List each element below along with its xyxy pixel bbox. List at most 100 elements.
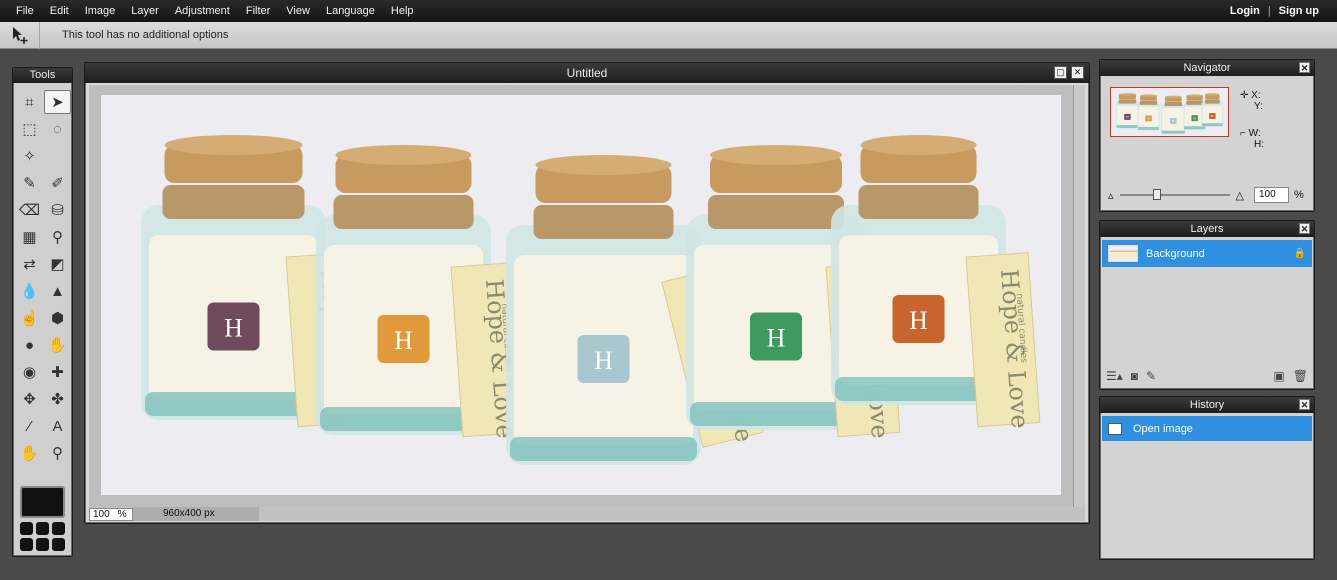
swatch[interactable] (52, 522, 65, 535)
navigator-panel: Navigator ✕ HHHHH ✛ X: Y: ⌐ W: H: ▵ △ 10… (1099, 59, 1315, 212)
blank-tool-icon[interactable] (44, 144, 71, 168)
menu-file[interactable]: File (8, 5, 42, 17)
zoom-tool-icon[interactable]: ⚲ (44, 441, 71, 465)
pencil-tool-icon[interactable]: ✎ (16, 171, 43, 195)
paint-bucket-tool-icon[interactable]: ⛁ (44, 198, 71, 222)
navigator-thumbnail[interactable]: HHHHH (1110, 87, 1229, 137)
sponge-tool-icon[interactable]: ⬢ (44, 306, 71, 330)
close-icon[interactable]: ✕ (1071, 66, 1084, 79)
navigator-zoom-input[interactable]: 100 (1254, 187, 1289, 203)
layer-mask-icon[interactable]: ◙ (1127, 369, 1142, 383)
layer-style-icon[interactable]: ✎ (1142, 369, 1160, 383)
burn-tool-icon[interactable]: ✋ (44, 333, 71, 357)
type-tool-icon[interactable]: A (44, 414, 71, 438)
image-dimensions: 960x400 px (133, 507, 259, 521)
layers-toolbar: ☰▴ ◙ ✎ ▣ 🗑 (1102, 366, 1312, 386)
document-title: Untitled ▢ ✕ (85, 63, 1089, 83)
bloat-tool-icon[interactable]: ✥ (16, 387, 43, 411)
zoom-value: 100 (93, 508, 110, 520)
history-item[interactable]: Open image (1102, 416, 1312, 441)
options-text: This tool has no additional options (62, 29, 229, 41)
menu-edit[interactable]: Edit (42, 5, 77, 17)
candle-jars-photo: HHope & Lovenatural candlesHHope & Loven… (101, 95, 1061, 495)
tool-grid: ⌗ ➤ ⬚ ◌ ✧ ✎ ✐ ⌫ ⛁ ▦ ⚲ ⇄ ◩ 💧 ▲ ☝ ⬢ ● ✋ ◉ ✚ ✥ ✤ ⁄ A ✋ ⚲ (13, 83, 72, 465)
svg-text:H: H (767, 324, 786, 353)
navigator-title-text: Navigator (1183, 62, 1231, 74)
navigator-coords: ✛ X: Y: (1240, 90, 1263, 112)
swatch[interactable] (52, 538, 65, 551)
zoom-slider-knob[interactable] (1152, 189, 1161, 200)
svg-text:H: H (394, 326, 413, 355)
swatch[interactable] (36, 522, 49, 535)
menu-adjustment[interactable]: Adjustment (167, 5, 238, 17)
vertical-scrollbar[interactable] (1073, 85, 1085, 510)
smudge-tool-icon[interactable]: ☝ (16, 306, 43, 330)
navigator-preview: H HHHH (1111, 88, 1228, 136)
primary-color-swatch[interactable] (20, 486, 65, 518)
navigator-title: Navigator ✕ (1100, 60, 1314, 76)
zoom-out-icon[interactable]: ▵ (1108, 189, 1114, 202)
canvas-area[interactable]: HHope & Lovenatural candlesHHope & Loven… (89, 85, 1073, 510)
eraser-tool-icon[interactable]: ⌫ (16, 198, 43, 222)
tools-title: Tools (13, 68, 72, 83)
dodge-tool-icon[interactable]: ● (16, 333, 43, 357)
close-icon[interactable]: ✕ (1299, 399, 1310, 410)
layer-thumbnail (1108, 245, 1138, 262)
swatch[interactable] (36, 538, 49, 551)
document-icon (1108, 422, 1122, 435)
new-layer-icon[interactable]: ▣ (1269, 369, 1288, 383)
menu-language[interactable]: Language (318, 5, 383, 17)
menu-image[interactable]: Image (77, 5, 124, 17)
swatch[interactable] (20, 522, 33, 535)
close-icon[interactable]: ✕ (1299, 223, 1310, 234)
layer-name: Background (1146, 247, 1205, 260)
menu-layer[interactable]: Layer (123, 5, 167, 17)
history-panel: History ✕ Open image (1099, 396, 1315, 560)
signup-link[interactable]: Sign up (1275, 5, 1323, 17)
gradient-tool-icon[interactable]: ▦ (16, 225, 43, 249)
layer-settings-icon[interactable]: ☰▴ (1102, 369, 1127, 383)
x-label: X: (1251, 90, 1261, 101)
history-title-text: History (1189, 399, 1225, 411)
zoom-in-icon[interactable]: △ (1236, 189, 1244, 202)
menu-filter[interactable]: Filter (238, 5, 278, 17)
magic-wand-tool-icon[interactable]: ✧ (16, 144, 43, 168)
canvas-image[interactable]: HHope & Lovenatural candlesHHope & Loven… (101, 95, 1061, 495)
crop-tool-icon[interactable]: ⌗ (16, 90, 43, 114)
h-label: H: (1254, 139, 1264, 150)
selection-size-icon: ⌐ (1240, 128, 1246, 139)
menu-view[interactable]: View (278, 5, 318, 17)
color-replace-tool-icon[interactable]: ⇄ (16, 252, 43, 276)
zoom-slider[interactable] (1119, 189, 1230, 200)
menubar: File Edit Image Layer Adjustment Filter … (0, 0, 1337, 22)
status-bar: 100 % 960x400 px (89, 507, 1085, 521)
y-label: Y: (1254, 101, 1263, 112)
svg-text:H: H (224, 314, 243, 343)
maximize-icon[interactable]: ▢ (1054, 66, 1067, 79)
login-link[interactable]: Login (1226, 5, 1264, 17)
lasso-tool-icon[interactable]: ◌ (44, 117, 71, 141)
history-title: History ✕ (1100, 397, 1314, 413)
auth-separator: | (1267, 5, 1271, 17)
color-picker-tool-icon[interactable]: ⁄ (16, 414, 43, 438)
delete-layer-icon[interactable]: 🗑 (1289, 369, 1312, 383)
clone-stamp-tool-icon[interactable]: ⚲ (44, 225, 71, 249)
sharpen-tool-icon[interactable]: ▲ (44, 279, 71, 303)
spot-heal-tool-icon[interactable]: ✚ (44, 360, 71, 384)
blur-tool-icon[interactable]: 💧 (16, 279, 43, 303)
menu-help[interactable]: Help (383, 5, 422, 17)
draw-tool-icon[interactable]: ◩ (44, 252, 71, 276)
hand-tool-icon[interactable]: ✋ (16, 441, 43, 465)
red-eye-tool-icon[interactable]: ◉ (16, 360, 43, 384)
zoom-unit: % (117, 508, 127, 520)
marquee-tool-icon[interactable]: ⬚ (16, 117, 43, 141)
brush-tool-icon[interactable]: ✐ (44, 171, 71, 195)
zoom-field[interactable]: 100 % (89, 507, 133, 521)
options-bar: This tool has no additional options (0, 21, 1337, 49)
swatch[interactable] (20, 538, 33, 551)
layer-item[interactable]: Background 🔒 (1102, 240, 1312, 267)
move-tool-icon[interactable]: ➤ (44, 90, 71, 114)
close-icon[interactable]: ✕ (1299, 62, 1310, 73)
pinch-tool-icon[interactable]: ✤ (44, 387, 71, 411)
move-tool-icon (0, 21, 40, 49)
